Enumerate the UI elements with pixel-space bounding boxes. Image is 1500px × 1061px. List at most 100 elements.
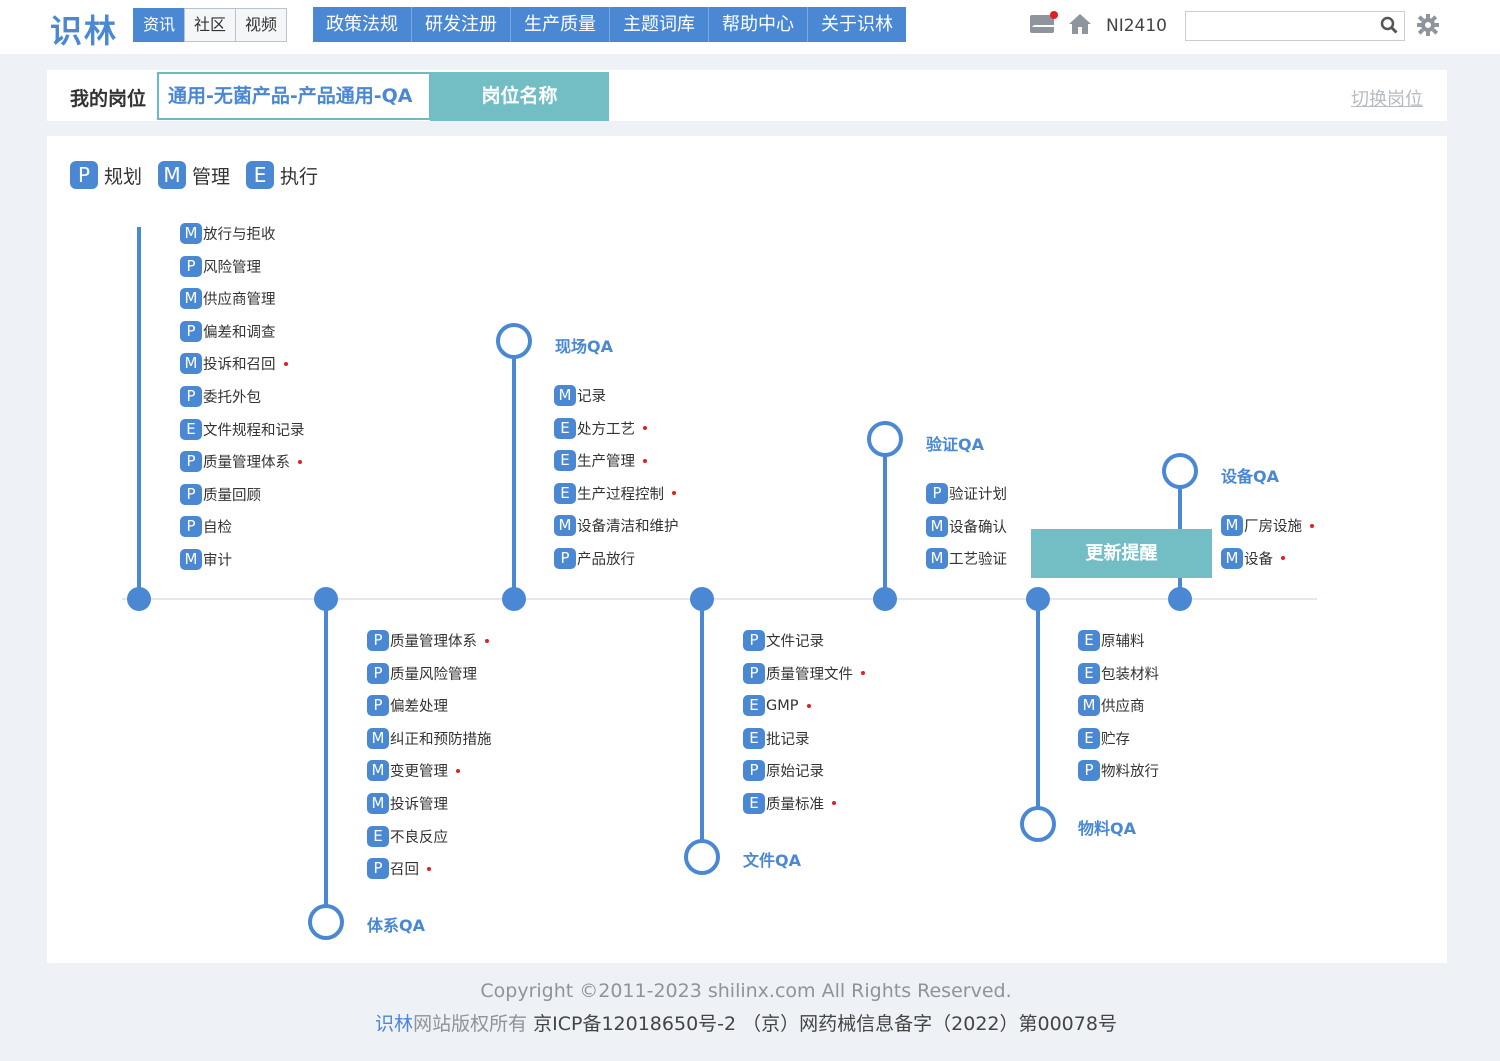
item-label[interactable]: 设备 — [1244, 548, 1273, 569]
list-item[interactable]: P 验证计划 — [926, 483, 1019, 504]
nav-item-rd[interactable]: 研发注册 — [412, 7, 511, 42]
item-label[interactable]: 风险管理 — [203, 256, 261, 277]
group-ring-shebei[interactable] — [1162, 453, 1198, 489]
item-label[interactable]: 验证计划 — [949, 483, 1007, 504]
list-item[interactable]: P 物料放行 — [1078, 760, 1159, 782]
nav-item-about[interactable]: 关于识林 — [808, 7, 906, 42]
item-label[interactable]: 质量管理体系 — [203, 451, 290, 472]
item-label[interactable]: 贮存 — [1101, 728, 1130, 749]
item-label[interactable]: 自检 — [203, 516, 232, 537]
list-item[interactable]: E GMP — [743, 695, 865, 717]
list-item[interactable]: E 质量标准 — [743, 792, 865, 814]
update-notice-button[interactable]: 更新提醒 — [1013, 529, 1212, 578]
list-item[interactable]: M 工艺验证 — [926, 548, 1019, 570]
nav-item-help[interactable]: 帮助中心 — [709, 7, 808, 42]
item-label[interactable]: 原辅料 — [1101, 630, 1145, 651]
list-item[interactable]: P 委托外包 — [180, 385, 305, 407]
list-item[interactable]: M 放行与拒收 — [180, 223, 305, 244]
list-item[interactable]: P 质量回顾 — [180, 483, 305, 505]
mail-icon[interactable] — [1030, 11, 1058, 33]
search-icon[interactable] — [1380, 16, 1398, 34]
list-item[interactable]: P 产品放行 — [554, 547, 679, 569]
list-item[interactable]: M 审计 — [180, 548, 305, 570]
item-label[interactable]: 放行与拒收 — [203, 223, 276, 244]
item-label[interactable]: 厂房设施 — [1244, 515, 1302, 536]
item-label[interactable]: 工艺验证 — [949, 548, 1007, 569]
tab-video[interactable]: 视频 — [235, 8, 288, 42]
list-item[interactable]: M 投诉和召回 — [180, 353, 305, 375]
item-label[interactable]: 不良反应 — [390, 826, 448, 847]
item-label[interactable]: 委托外包 — [203, 386, 261, 407]
list-item[interactable]: E 生产过程控制 — [554, 482, 679, 504]
item-label[interactable]: 文件规程和记录 — [203, 419, 305, 440]
list-item[interactable]: M 厂房设施 — [1221, 515, 1314, 536]
nav-item-production[interactable]: 生产质量 — [511, 7, 610, 42]
item-label[interactable]: 质量风险管理 — [390, 663, 477, 684]
list-item[interactable]: E 包装材料 — [1078, 662, 1159, 684]
list-item[interactable]: E 批记录 — [743, 727, 865, 749]
list-item[interactable]: E 贮存 — [1078, 727, 1159, 749]
tab-news[interactable]: 资讯 — [133, 8, 186, 42]
item-label[interactable]: 审计 — [203, 549, 232, 570]
item-label[interactable]: 产品放行 — [577, 548, 635, 569]
item-label[interactable]: 纠正和预防措施 — [390, 728, 492, 749]
item-label[interactable]: GMP — [766, 698, 799, 714]
list-item[interactable]: P 召回 — [367, 858, 492, 880]
list-item[interactable]: M 变更管理 — [367, 760, 492, 782]
list-item[interactable]: P 自检 — [180, 516, 305, 538]
item-label[interactable]: 供应商管理 — [203, 288, 276, 309]
list-item[interactable]: P 偏差处理 — [367, 695, 492, 717]
group-title-yanzheng[interactable]: 验证QA — [926, 431, 984, 455]
item-label[interactable]: 包装材料 — [1101, 663, 1159, 684]
gear-icon[interactable] — [1416, 13, 1440, 37]
list-item[interactable]: M 设备 — [1221, 547, 1314, 569]
group-ring-tixi[interactable] — [308, 904, 344, 940]
item-label[interactable]: 原始记录 — [766, 760, 824, 781]
list-item[interactable]: M 供应商管理 — [180, 288, 305, 310]
footer-brand-link[interactable]: 识林 — [375, 1013, 413, 1035]
list-item[interactable]: M 供应商 — [1078, 695, 1159, 717]
list-item[interactable]: M 投诉管理 — [367, 792, 492, 814]
item-label[interactable]: 投诉管理 — [390, 793, 448, 814]
group-ring-xianchang[interactable] — [496, 323, 532, 359]
item-label[interactable]: 处方工艺 — [577, 418, 635, 439]
item-label[interactable]: 偏差和调查 — [203, 321, 276, 342]
list-item[interactable]: M 纠正和预防措施 — [367, 727, 492, 749]
list-item[interactable]: E 文件规程和记录 — [180, 418, 305, 440]
list-item[interactable]: M 设备确认 — [926, 515, 1019, 537]
group-title-tixi[interactable]: 体系QA — [367, 912, 425, 936]
item-label[interactable]: 供应商 — [1101, 695, 1145, 716]
group-title-shebei[interactable]: 设备QA — [1221, 463, 1279, 487]
item-label[interactable]: 质量管理体系 — [390, 630, 477, 651]
item-label[interactable]: 记录 — [577, 385, 606, 406]
list-item[interactable]: P 质量管理文件 — [743, 662, 865, 684]
nav-item-thesaurus[interactable]: 主题词库 — [610, 7, 709, 42]
item-label[interactable]: 设备清洁和维护 — [577, 515, 679, 536]
search-input[interactable] — [1185, 11, 1405, 41]
list-item[interactable]: P 质量管理体系 — [367, 630, 492, 651]
list-item[interactable]: P 质量风险管理 — [367, 662, 492, 684]
group-ring-wuliao[interactable] — [1020, 806, 1056, 842]
list-item[interactable]: P 文件记录 — [743, 630, 865, 651]
group-title-wenjian[interactable]: 文件QA — [743, 847, 801, 871]
list-item[interactable]: E 生产管理 — [554, 450, 679, 472]
home-icon[interactable] — [1068, 13, 1092, 35]
list-item[interactable]: E 原辅料 — [1078, 630, 1159, 651]
switch-position-link[interactable]: 切换岗位 — [1351, 85, 1423, 111]
footer-icp-text[interactable]: 京ICP备12018650号-2 （京）网药械信息备字（2022）第00078号 — [533, 1013, 1117, 1035]
item-label[interactable]: 质量回顾 — [203, 484, 261, 505]
item-label[interactable]: 变更管理 — [390, 760, 448, 781]
group-title-xianchang[interactable]: 现场QA — [555, 333, 613, 357]
item-label[interactable]: 偏差处理 — [390, 695, 448, 716]
username[interactable]: NI2410 — [1106, 16, 1167, 36]
group-ring-wenjian[interactable] — [684, 839, 720, 875]
item-label[interactable]: 召回 — [390, 858, 419, 879]
item-label[interactable]: 批记录 — [766, 728, 810, 749]
list-item[interactable]: M 设备清洁和维护 — [554, 515, 679, 537]
tab-community[interactable]: 社区 — [184, 8, 237, 42]
item-label[interactable]: 物料放行 — [1101, 760, 1159, 781]
list-item[interactable]: P 风险管理 — [180, 255, 305, 277]
list-item[interactable]: E 不良反应 — [367, 825, 492, 847]
list-item[interactable]: P 质量管理体系 — [180, 451, 305, 473]
item-label[interactable]: 生产管理 — [577, 450, 635, 471]
